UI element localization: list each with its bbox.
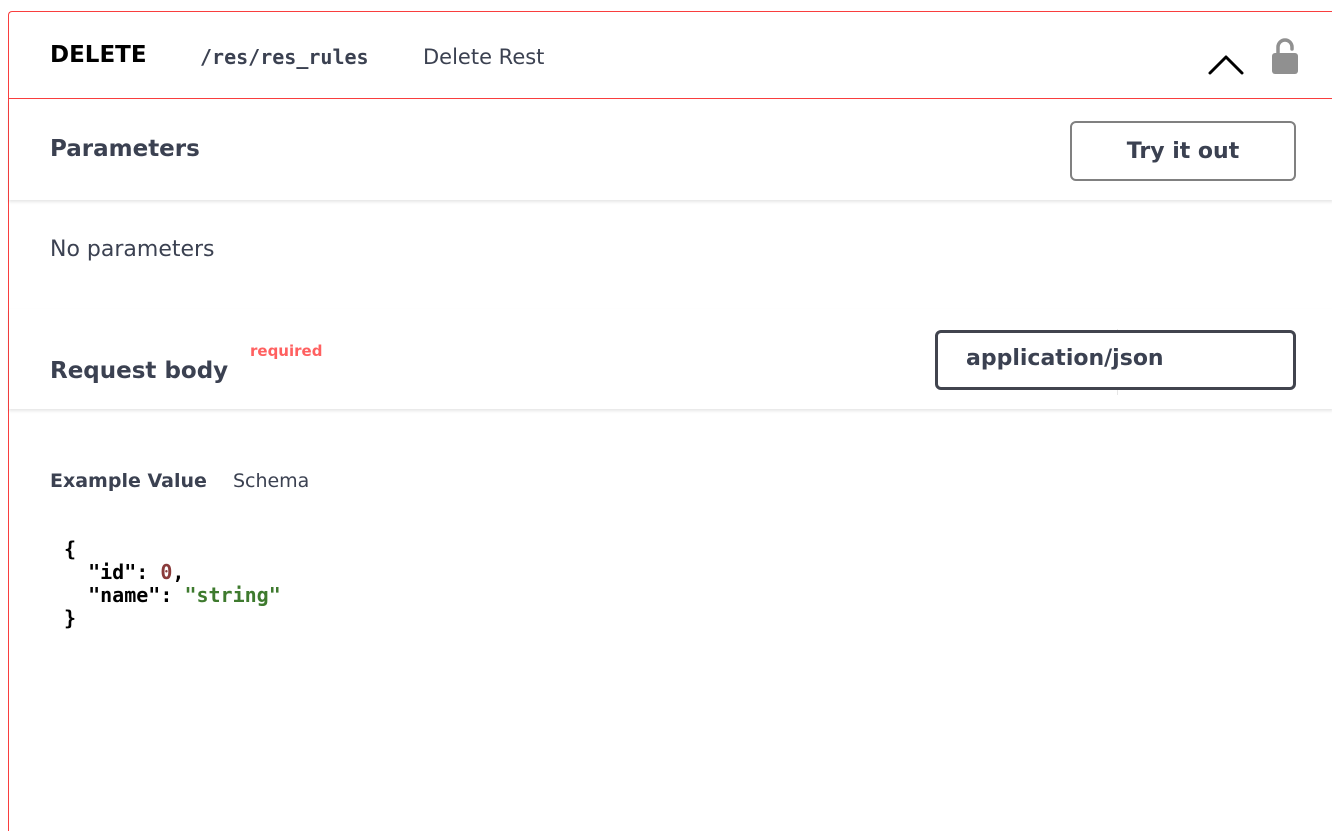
- example-json: { "id": 0, "name": "string" }: [64, 537, 281, 630]
- json-open-brace: {: [64, 537, 77, 561]
- opblock-summary[interactable]: DELETE /res/res_rules Delete Rest: [9, 12, 1332, 99]
- parameters-header: Parameters Try it out: [9, 100, 1332, 200]
- json-close-brace: }: [64, 606, 77, 630]
- endpoint-path: /res/res_rules: [200, 45, 369, 69]
- json-key-name: "name": [88, 583, 161, 607]
- json-value-id: 0: [160, 560, 173, 584]
- chevron-up-icon[interactable]: [1207, 52, 1245, 76]
- example-tabs: Example Value Schema: [50, 470, 309, 492]
- parameters-title: Parameters: [50, 136, 200, 162]
- json-value-name: "string": [184, 583, 281, 607]
- request-body-title: Request body: [50, 358, 229, 384]
- opblock-delete: DELETE /res/res_rules Delete Rest Parame…: [8, 11, 1332, 831]
- try-it-out-button[interactable]: Try it out: [1070, 121, 1296, 181]
- lock-icon[interactable]: [1270, 37, 1300, 75]
- endpoint-description: Delete Rest: [423, 45, 545, 69]
- required-label: required: [250, 342, 323, 360]
- json-key-id: "id": [88, 560, 137, 584]
- no-parameters-text: No parameters: [50, 237, 215, 262]
- tab-example-value[interactable]: Example Value: [50, 470, 207, 492]
- tab-schema[interactable]: Schema: [233, 470, 309, 492]
- method-badge: DELETE: [50, 42, 147, 68]
- content-type-select[interactable]: application/json: [935, 330, 1296, 390]
